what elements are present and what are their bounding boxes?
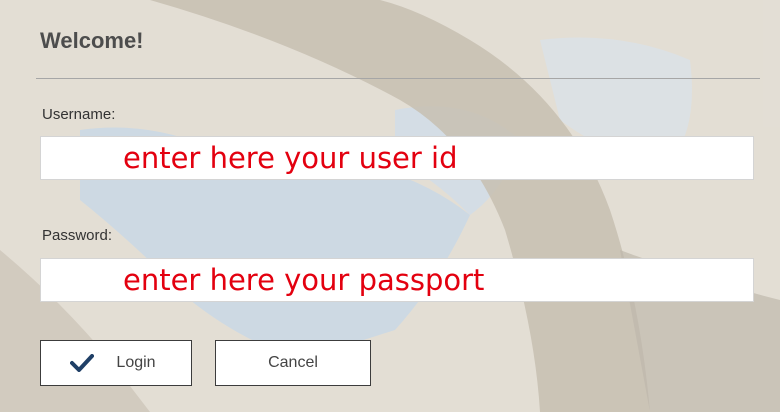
- title-divider: [36, 78, 760, 79]
- password-field[interactable]: enter here your passport: [40, 258, 754, 302]
- page-title: Welcome!: [40, 28, 144, 53]
- password-label: Password:: [42, 227, 113, 244]
- username-field[interactable]: enter here your user id: [40, 136, 754, 180]
- username-label: Username:: [42, 106, 116, 123]
- cancel-button[interactable]: Cancel: [215, 340, 371, 386]
- login-button-label: Login: [116, 354, 156, 371]
- login-button[interactable]: Login: [40, 340, 192, 386]
- password-hint: enter here your passport: [123, 263, 485, 297]
- checkmark-icon: [70, 354, 95, 372]
- username-hint: enter here your user id: [123, 141, 458, 175]
- cancel-button-label: Cancel: [268, 354, 318, 371]
